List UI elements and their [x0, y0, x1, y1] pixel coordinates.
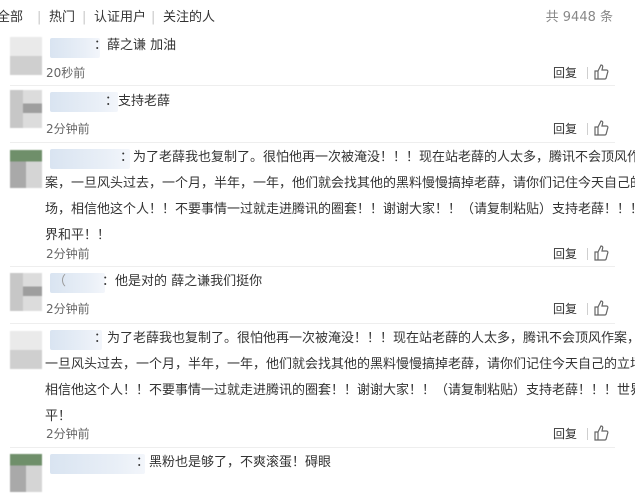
comment-item: ：黑粉也是够了，不爽滚蛋！碍眼	[10, 451, 615, 495]
comment-text: ：为了老薛我也复制了。很怕他再一次被淹没！！！现在站老薛的人太多，腾讯不会顶风作…	[94, 331, 635, 346]
comment-text: ：支持老薛	[105, 94, 171, 109]
username[interactable]	[50, 149, 130, 169]
tab-separator: |	[37, 10, 42, 25]
comment-text: ：黑粉也是够了，不爽滚蛋！碍眼	[136, 455, 332, 470]
comment-count: 共 9448 条	[545, 10, 613, 25]
tab-following[interactable]: 关注的人	[163, 9, 215, 27]
avatar[interactable]	[10, 454, 42, 492]
comment-item: ：支持老薛 2分钟前 回复	[10, 88, 615, 140]
thumbs-up-icon[interactable]	[593, 245, 609, 261]
comment-text: 场，相信他这个人！！不要事情一过就走进腾讯的圈套！！谢谢大家！！（请复制粘贴）支…	[45, 202, 635, 217]
avatar[interactable]	[10, 150, 42, 188]
avatar[interactable]	[10, 37, 42, 75]
avatar[interactable]	[10, 273, 42, 311]
reply-button[interactable]: 回复	[553, 426, 577, 442]
username-prefix: （	[53, 274, 67, 289]
tab-hot[interactable]: 热门	[49, 9, 75, 27]
comment-text: 一旦风头过去，一个月，半年，一年，他们就会找其他的黑料慢慢搞掉老薛，请你们记住今…	[45, 357, 635, 372]
comment-filter-bar: 全部 | 热门 | 认证用户 | 关注的人 共 9448 条	[0, 0, 635, 34]
comment-text: ：他是对的 薛之谦我们挺你	[102, 274, 263, 289]
comment-item: ：为了老薛我也复制了。很怕他再一次被淹没！！！现在站老薛的人太多，腾讯不会顶风作…	[10, 327, 635, 445]
separator	[587, 303, 588, 315]
divider	[10, 142, 615, 143]
comment-item: ：为了老薛我也复制了。很怕他再一次被淹没！！！现在站老薛的人太多，腾讯不会顶风作…	[10, 146, 635, 262]
divider	[10, 447, 615, 448]
reply-button[interactable]: 回复	[553, 65, 577, 81]
tab-verified-users[interactable]: 认证用户	[94, 9, 146, 27]
comment-time: 2分钟前	[46, 302, 90, 316]
divider	[10, 323, 615, 324]
comment-text: 相信他这个人！！不要事情一过就走进腾讯的圈套！！谢谢大家！！（请复制粘贴）支持老…	[45, 383, 635, 398]
comment-time: 2分钟前	[46, 247, 90, 261]
thumbs-up-icon[interactable]	[593, 120, 609, 136]
comment-text: 案，一旦风头过去，一个月，半年，一年，他们就会找其他的黑料慢慢搞掉老薛，请你们记…	[45, 176, 635, 191]
tab-separator: |	[82, 10, 87, 25]
thumbs-up-icon[interactable]	[593, 425, 609, 441]
thumbs-up-icon[interactable]	[593, 300, 609, 316]
separator	[587, 67, 588, 79]
separator	[587, 123, 588, 135]
comment-time: 2分钟前	[46, 122, 90, 136]
reply-button[interactable]: 回复	[553, 121, 577, 137]
reply-button[interactable]: 回复	[553, 301, 577, 317]
thumbs-up-icon[interactable]	[593, 64, 609, 80]
comment-item: （ ：他是对的 薛之谦我们挺你 2分钟前 回复	[10, 270, 615, 322]
separator	[587, 248, 588, 260]
tab-separator: |	[151, 10, 156, 25]
comment-item: ：薛之谦 加油 20秒前 回复	[10, 34, 615, 84]
comment-text: ：为了老薛我也复制了。很怕他再一次被淹没！！！现在站老薛的人太多，腾讯不会顶风作	[120, 150, 635, 165]
avatar[interactable]	[10, 90, 42, 128]
separator	[587, 428, 588, 440]
tab-all[interactable]: 全部	[0, 9, 23, 27]
avatar[interactable]	[10, 331, 42, 369]
divider	[10, 266, 615, 267]
comment-text: ：薛之谦 加油	[94, 38, 177, 53]
comment-time: 2分钟前	[46, 427, 90, 441]
comment-time: 20秒前	[46, 66, 86, 80]
username[interactable]	[50, 454, 145, 474]
reply-button[interactable]: 回复	[553, 246, 577, 262]
divider	[10, 85, 615, 86]
username[interactable]	[50, 38, 100, 58]
